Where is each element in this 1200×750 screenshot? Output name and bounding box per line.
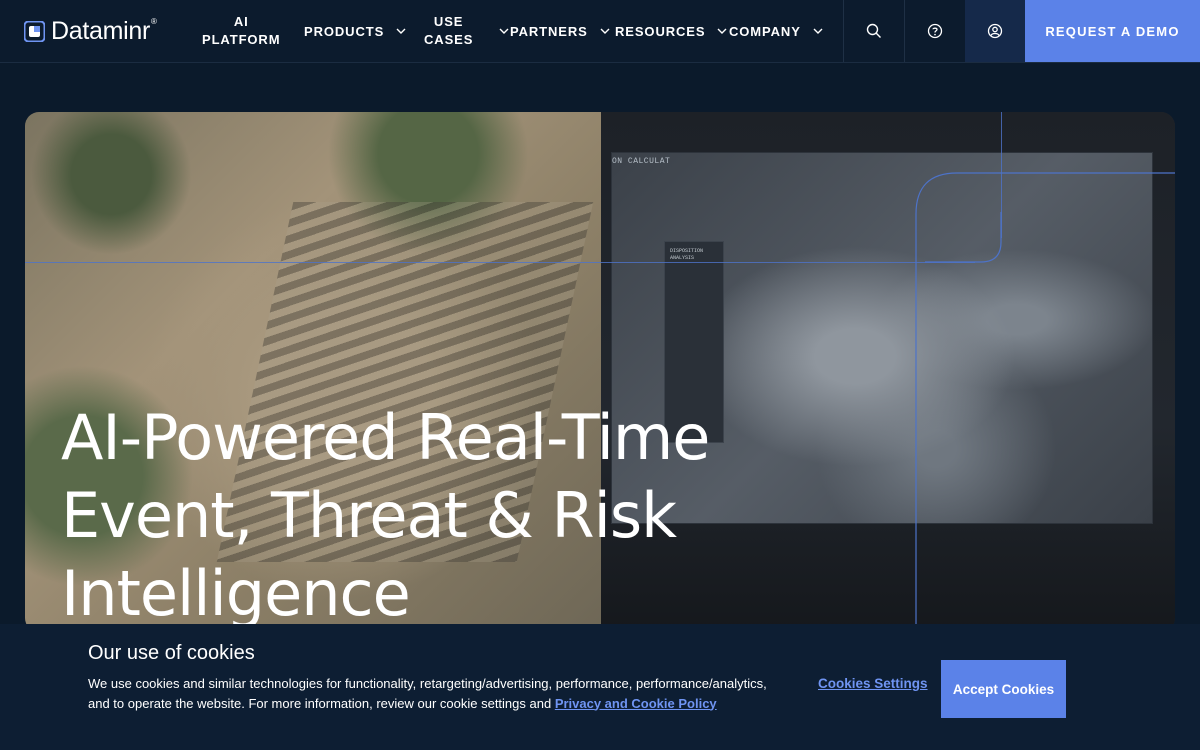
cookie-text: We use cookies and similar technologies … bbox=[88, 676, 767, 711]
chevron-down-icon bbox=[717, 28, 727, 34]
cookie-settings-link[interactable]: Cookies Settings bbox=[818, 676, 928, 691]
help-icon bbox=[927, 23, 943, 39]
nav-item-label: PARTNERS bbox=[510, 23, 588, 39]
chevron-down-icon bbox=[813, 28, 823, 34]
nav-item-label: USE bbox=[433, 14, 464, 29]
nav-item-label: CASES bbox=[424, 32, 474, 47]
nav-item-partners[interactable]: PARTNERS bbox=[510, 0, 610, 62]
hero-banner: ON CALCULAT DISPOSITION ANALYSIS AI-Powe… bbox=[25, 112, 1175, 632]
chevron-down-icon bbox=[600, 28, 610, 34]
nav-item-label: PLATFORM bbox=[202, 32, 281, 47]
top-navigation: Dataminr® AI PLATFORM PRODUCTS USE CASES… bbox=[0, 0, 1200, 63]
nav-item-label: PRODUCTS bbox=[304, 23, 385, 39]
chevron-down-icon bbox=[396, 28, 406, 34]
chevron-down-icon bbox=[499, 28, 509, 34]
search-icon bbox=[866, 23, 881, 38]
request-demo-button[interactable]: REQUEST A DEMO bbox=[1025, 0, 1200, 62]
cookie-title: Our use of cookies bbox=[88, 642, 255, 664]
account-button[interactable] bbox=[965, 0, 1025, 62]
dataminr-logo[interactable]: Dataminr® bbox=[24, 17, 157, 46]
nav-item-label: COMPANY bbox=[729, 23, 801, 39]
nav-item-ai-platform[interactable]: AI PLATFORM bbox=[202, 0, 280, 62]
nav-item-label: RESOURCES bbox=[615, 23, 706, 39]
nav-item-label: AI bbox=[233, 14, 249, 29]
accept-cookies-button[interactable]: Accept Cookies bbox=[941, 660, 1066, 718]
cookie-banner: Our use of cookies We use cookies and si… bbox=[0, 624, 1200, 750]
search-button[interactable] bbox=[843, 0, 904, 62]
nav-item-resources[interactable]: RESOURCES bbox=[615, 0, 727, 62]
nav-item-use-cases[interactable]: USE CASES bbox=[424, 0, 509, 62]
privacy-policy-link[interactable]: Privacy and Cookie Policy bbox=[555, 696, 717, 711]
screen-label: ON CALCULAT bbox=[612, 157, 671, 166]
nav-item-company[interactable]: COMPANY bbox=[729, 0, 823, 62]
user-icon bbox=[987, 23, 1003, 39]
decor-line-horizontal bbox=[25, 262, 975, 263]
hero-title: AI-Powered Real-Time Event, Threat & Ris… bbox=[61, 400, 710, 630]
help-button[interactable] bbox=[904, 0, 965, 62]
panel-title: DISPOSITION bbox=[670, 248, 704, 254]
decor-corner bbox=[925, 212, 1002, 263]
panel-title: ANALYSIS bbox=[670, 255, 695, 261]
logo-text: Dataminr® bbox=[51, 17, 157, 45]
nav-item-products[interactable]: PRODUCTS bbox=[304, 0, 406, 62]
logo-mark-icon bbox=[24, 21, 45, 42]
